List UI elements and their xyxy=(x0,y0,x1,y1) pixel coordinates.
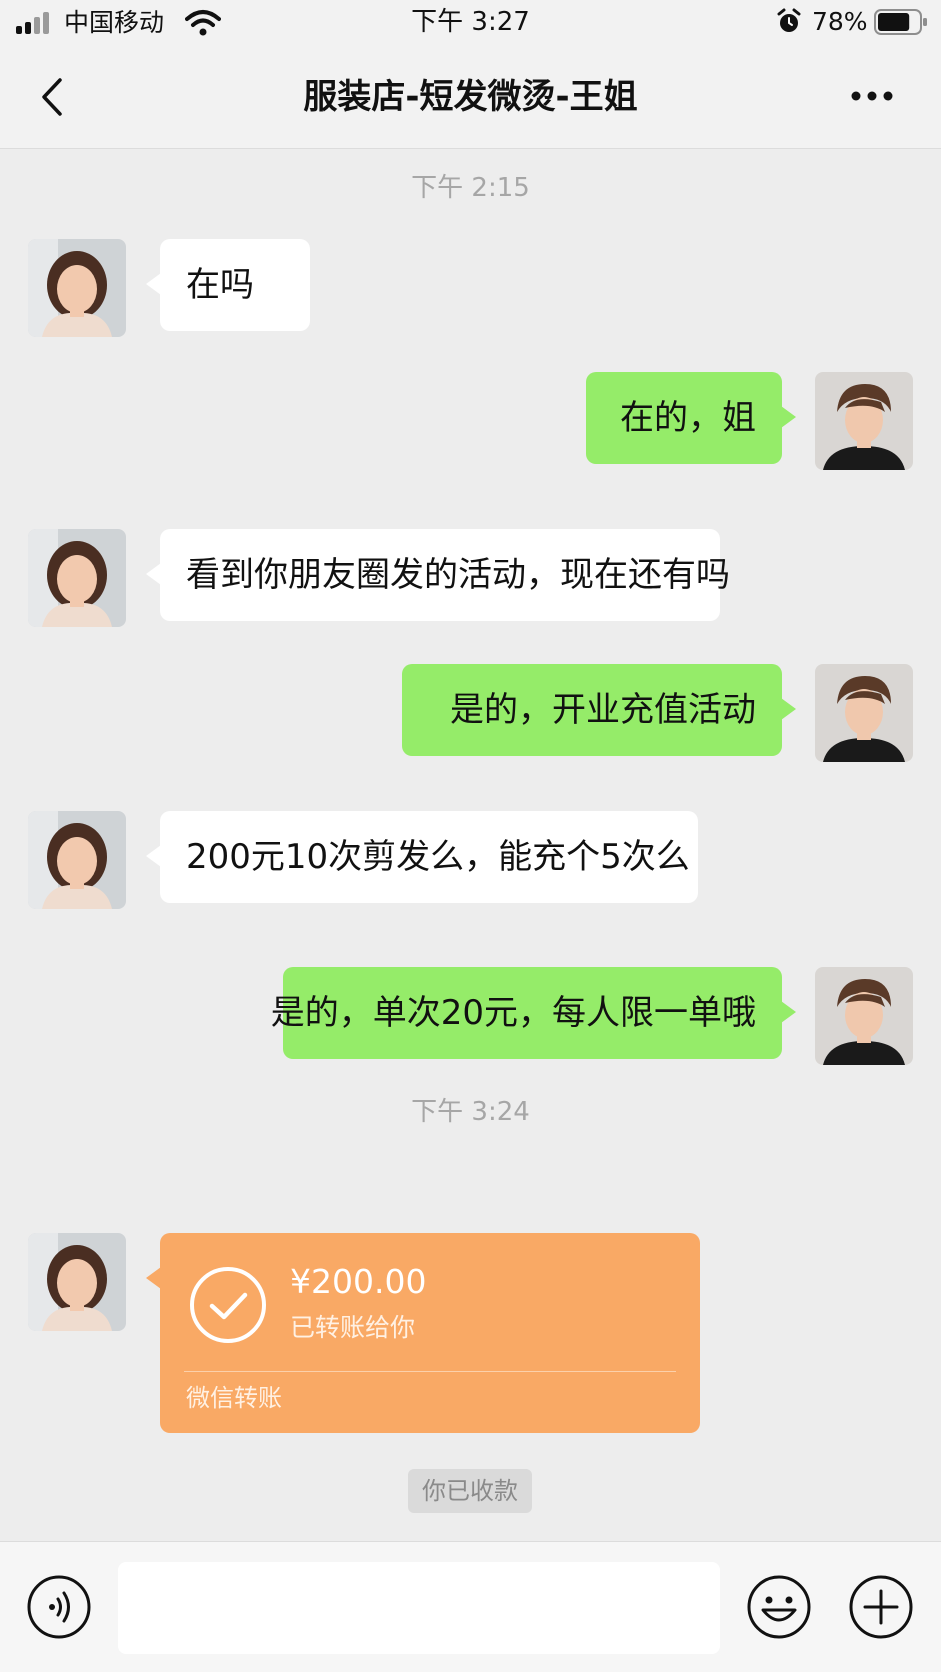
battery-icon xyxy=(874,9,927,35)
chevron-left-icon[interactable] xyxy=(36,76,70,118)
message-bubble[interactable]: 在的，姐 xyxy=(586,372,796,464)
transfer-source: 微信转账 xyxy=(186,1384,282,1412)
voice-icon[interactable] xyxy=(26,1574,92,1640)
transfer-status: 已转账给你 xyxy=(290,1313,416,1342)
alarm-icon xyxy=(777,8,801,32)
plus-circle-icon[interactable] xyxy=(848,1574,914,1640)
transfer-card[interactable]: ¥200.00 已转账给你 微信转账 xyxy=(146,1233,700,1433)
message-text: 是的，开业充值活动 xyxy=(450,690,756,730)
message-input[interactable] xyxy=(118,1562,720,1654)
my-avatar[interactable] xyxy=(815,664,913,762)
more-icon[interactable] xyxy=(848,84,896,108)
message-bubble[interactable]: 看到你朋友圈发的活动，现在还有吗 xyxy=(146,529,730,621)
customer-avatar[interactable] xyxy=(28,529,126,627)
emoji-icon[interactable] xyxy=(746,1574,812,1640)
received-notice: 你已收款 xyxy=(408,1469,532,1513)
check-circle-icon xyxy=(190,1267,266,1343)
chat-screen: 中国移动 下午 3:27 78% 服装店-短发微烫-王姐 下午 2:15 在吗 … xyxy=(0,0,941,1672)
customer-avatar[interactable] xyxy=(28,239,126,337)
my-avatar[interactable] xyxy=(815,967,913,1065)
page-title: 服装店-短发微烫-王姐 xyxy=(303,77,638,117)
message-bubble[interactable]: 是的，开业充值活动 xyxy=(402,664,796,756)
message-list[interactable]: 下午 2:15 在吗 在的，姐 看到你朋友圈发的活动，现在还有吗 是的，开业充值… xyxy=(0,149,941,1541)
message-bubble[interactable]: 是的，单次20元，每人限一单哦 xyxy=(271,967,796,1059)
message-text: 在的，姐 xyxy=(620,398,756,438)
transfer-divider xyxy=(184,1371,676,1372)
battery-percent: 78% xyxy=(812,7,868,36)
customer-avatar[interactable] xyxy=(28,811,126,909)
message-bubble[interactable]: 200元10次剪发么，能充个5次么 xyxy=(146,811,698,903)
message-text: 看到你朋友圈发的活动，现在还有吗 xyxy=(186,555,730,595)
timestamp: 下午 3:24 xyxy=(411,1097,530,1127)
customer-avatar[interactable] xyxy=(28,1233,126,1331)
input-bar xyxy=(0,1541,941,1672)
message-bubble[interactable]: 在吗 xyxy=(146,239,310,331)
status-bar: 中国移动 下午 3:27 78% xyxy=(0,0,941,46)
timestamp: 下午 2:15 xyxy=(411,173,530,203)
my-avatar[interactable] xyxy=(815,372,913,470)
message-text: 在吗 xyxy=(186,265,254,305)
transfer-amount: ¥200.00 xyxy=(290,1262,427,1301)
message-text: 200元10次剪发么，能充个5次么 xyxy=(186,837,690,877)
nav-bar: 服装店-短发微烫-王姐 xyxy=(0,46,941,149)
message-text: 是的，单次20元，每人限一单哦 xyxy=(270,993,756,1033)
